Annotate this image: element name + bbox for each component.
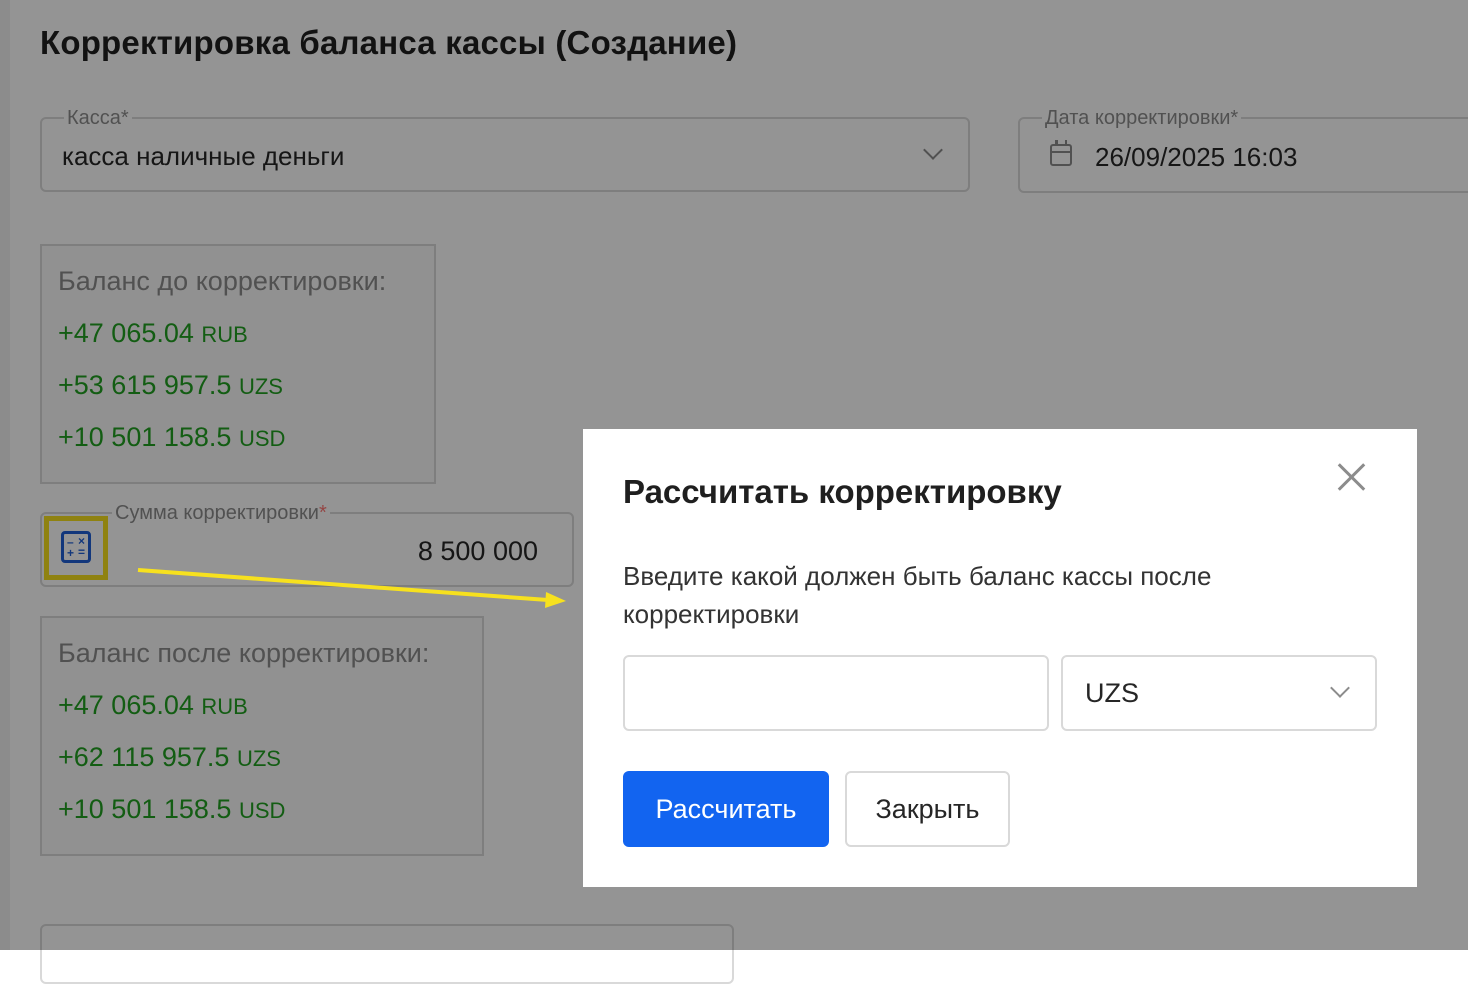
currency-select[interactable]: UZS: [1061, 655, 1377, 731]
dialog-title: Рассчитать корректировку: [623, 473, 1062, 510]
close-icon[interactable]: [1333, 459, 1369, 495]
target-balance-input[interactable]: [623, 655, 1049, 731]
calculate-correction-dialog: Рассчитать корректировку Введите какой д…: [583, 429, 1417, 887]
close-button[interactable]: Закрыть: [845, 771, 1010, 847]
calculate-button[interactable]: Рассчитать: [623, 771, 829, 847]
dialog-description: Введите какой должен быть баланс кассы п…: [623, 561, 1212, 629]
currency-value: UZS: [1085, 678, 1139, 708]
chevron-down-icon[interactable]: [1330, 678, 1350, 698]
